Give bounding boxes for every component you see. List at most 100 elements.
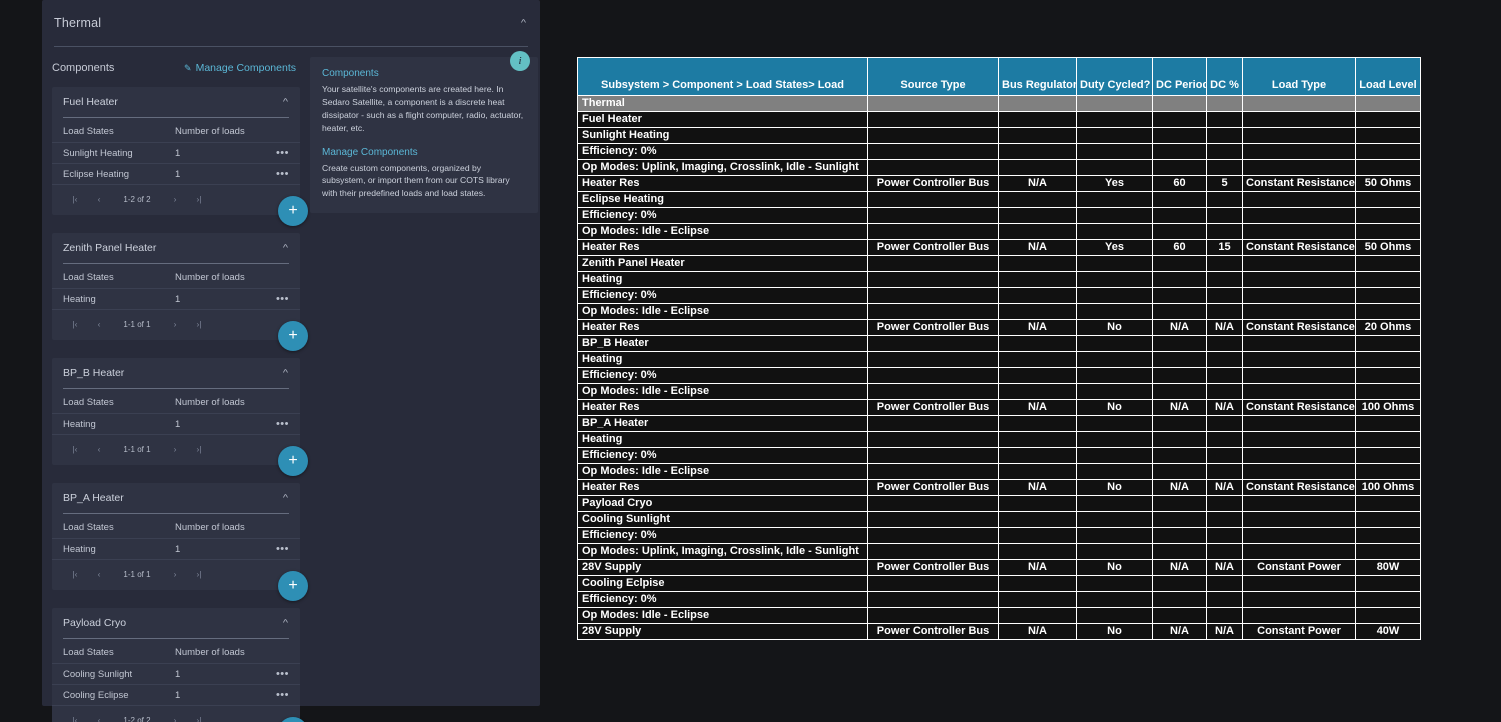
table-cell	[1206, 415, 1243, 432]
manage-components-link[interactable]: ✎ Manage Components	[184, 62, 296, 74]
prev-page-button[interactable]: ‹	[87, 319, 111, 329]
table-cell: Power Controller Bus	[867, 559, 999, 576]
prev-page-button[interactable]: ‹	[87, 194, 111, 204]
component-card: Fuel Heater ^ Load States Number of loads Su…	[52, 87, 308, 226]
table-cell	[1076, 495, 1153, 512]
table-row: Heater Res Power Controller Bus N/A Yes 60 5 C…	[577, 175, 1421, 192]
table-cell	[1076, 383, 1153, 400]
table-cell	[1076, 607, 1153, 624]
first-page-button[interactable]: |‹	[63, 569, 87, 579]
last-page-button[interactable]: ›|	[187, 194, 211, 204]
row-label-cell: Op Modes: Idle - Eclipse	[577, 463, 868, 480]
row-label-cell: Heating	[577, 351, 868, 368]
table-cell	[1206, 431, 1243, 448]
next-page-button[interactable]: ›	[163, 715, 187, 722]
component-name: Payload Cryo	[63, 617, 127, 629]
next-page-button[interactable]: ›	[163, 444, 187, 454]
table-cell: No	[1076, 479, 1153, 496]
table-cell	[867, 367, 999, 384]
load-state-row[interactable]: Heating 1 •••	[52, 413, 300, 434]
next-page-button[interactable]: ›	[163, 194, 187, 204]
chevron-up-icon[interactable]: ^	[283, 493, 288, 503]
table-cell	[1076, 511, 1153, 528]
row-menu-icon[interactable]: •••	[276, 294, 289, 305]
table-cell	[1242, 95, 1356, 112]
load-state-count: 1	[175, 293, 181, 305]
table-cell	[1242, 511, 1356, 528]
table-cell: N/A	[998, 559, 1077, 576]
table-cell	[1355, 511, 1421, 528]
table-row: Op Modes: Idle - Eclipse	[577, 303, 1421, 320]
chevron-up-icon[interactable]: ^	[283, 618, 288, 628]
row-menu-icon[interactable]: •••	[276, 148, 289, 159]
row-label-cell: Heater Res	[577, 479, 868, 496]
row-label-cell: Zenith Panel Heater	[577, 255, 868, 272]
row-menu-icon[interactable]: •••	[276, 544, 289, 555]
table-row: Op Modes: Uplink, Imaging, Crosslink, Id…	[577, 543, 1421, 560]
load-state-row[interactable]: Cooling Eclipse 1 •••	[52, 684, 300, 705]
first-page-button[interactable]: |‹	[63, 194, 87, 204]
table-cell	[1242, 383, 1356, 400]
table-cell	[867, 159, 999, 176]
row-label-cell: Efficiency: 0%	[577, 367, 868, 384]
last-page-button[interactable]: ›|	[187, 319, 211, 329]
load-state-count: 1	[175, 147, 181, 159]
number-of-loads-col-label: Number of loads	[175, 126, 245, 137]
last-page-button[interactable]: ›|	[187, 715, 211, 722]
first-page-button[interactable]: |‹	[63, 444, 87, 454]
row-menu-icon[interactable]: •••	[276, 690, 289, 701]
next-page-button[interactable]: ›	[163, 569, 187, 579]
table-cell	[1206, 111, 1243, 128]
last-page-button[interactable]: ›|	[187, 444, 211, 454]
page-range-label: 1-2 of 2	[123, 715, 151, 722]
last-page-button[interactable]: ›|	[187, 569, 211, 579]
table-cell	[1242, 431, 1356, 448]
table-cell: N/A	[998, 175, 1077, 192]
prev-page-button[interactable]: ‹	[87, 715, 111, 722]
table-cell: Yes	[1076, 239, 1153, 256]
table-cell: N/A	[998, 623, 1077, 640]
load-state-row[interactable]: Sunlight Heating 1 •••	[52, 142, 300, 163]
column-header: Bus Regulator	[998, 57, 1077, 96]
load-state-row[interactable]: Heating 1 •••	[52, 288, 300, 309]
table-cell	[998, 303, 1077, 320]
next-page-button[interactable]: ›	[163, 319, 187, 329]
table-cell	[1355, 111, 1421, 128]
table-cell	[1152, 511, 1207, 528]
table-cell: Constant Resistance	[1242, 479, 1356, 496]
table-row: Op Modes: Idle - Eclipse	[577, 463, 1421, 480]
prev-page-button[interactable]: ‹	[87, 569, 111, 579]
first-page-button[interactable]: |‹	[63, 319, 87, 329]
component-name: BP_B Heater	[63, 367, 125, 379]
chevron-up-icon[interactable]: ^	[283, 368, 288, 378]
table-cell	[1242, 127, 1356, 144]
table-cell	[1206, 303, 1243, 320]
table-cell	[1152, 271, 1207, 288]
chevron-up-icon[interactable]: ^	[283, 243, 288, 253]
row-menu-icon[interactable]: •••	[276, 669, 289, 680]
load-state-row[interactable]: Eclipse Heating 1 •••	[52, 163, 300, 184]
load-state-name: Heating	[63, 293, 96, 305]
row-label-cell: Efficiency: 0%	[577, 591, 868, 608]
prev-page-button[interactable]: ‹	[87, 444, 111, 454]
row-menu-icon[interactable]: •••	[276, 169, 289, 180]
load-state-row[interactable]: Cooling Sunlight 1 •••	[52, 663, 300, 684]
first-page-button[interactable]: |‹	[63, 715, 87, 722]
table-cell	[867, 335, 999, 352]
table-cell: N/A	[998, 479, 1077, 496]
table-cell	[1206, 575, 1243, 592]
chevron-up-icon[interactable]: ^	[283, 97, 288, 107]
table-cell	[1152, 95, 1207, 112]
table-cell	[1152, 543, 1207, 560]
table-cell: Constant Power	[1242, 559, 1356, 576]
load-state-row[interactable]: Heating 1 •••	[52, 538, 300, 559]
table-cell	[1355, 271, 1421, 288]
table-cell	[1152, 527, 1207, 544]
table-cell: Power Controller Bus	[867, 399, 999, 416]
table-cell	[1152, 415, 1207, 432]
load-state-name: Eclipse Heating	[63, 168, 130, 180]
row-menu-icon[interactable]: •••	[276, 419, 289, 430]
table-cell	[867, 111, 999, 128]
info-icon[interactable]: i	[510, 51, 530, 71]
chevron-up-icon[interactable]: ^	[521, 18, 526, 28]
